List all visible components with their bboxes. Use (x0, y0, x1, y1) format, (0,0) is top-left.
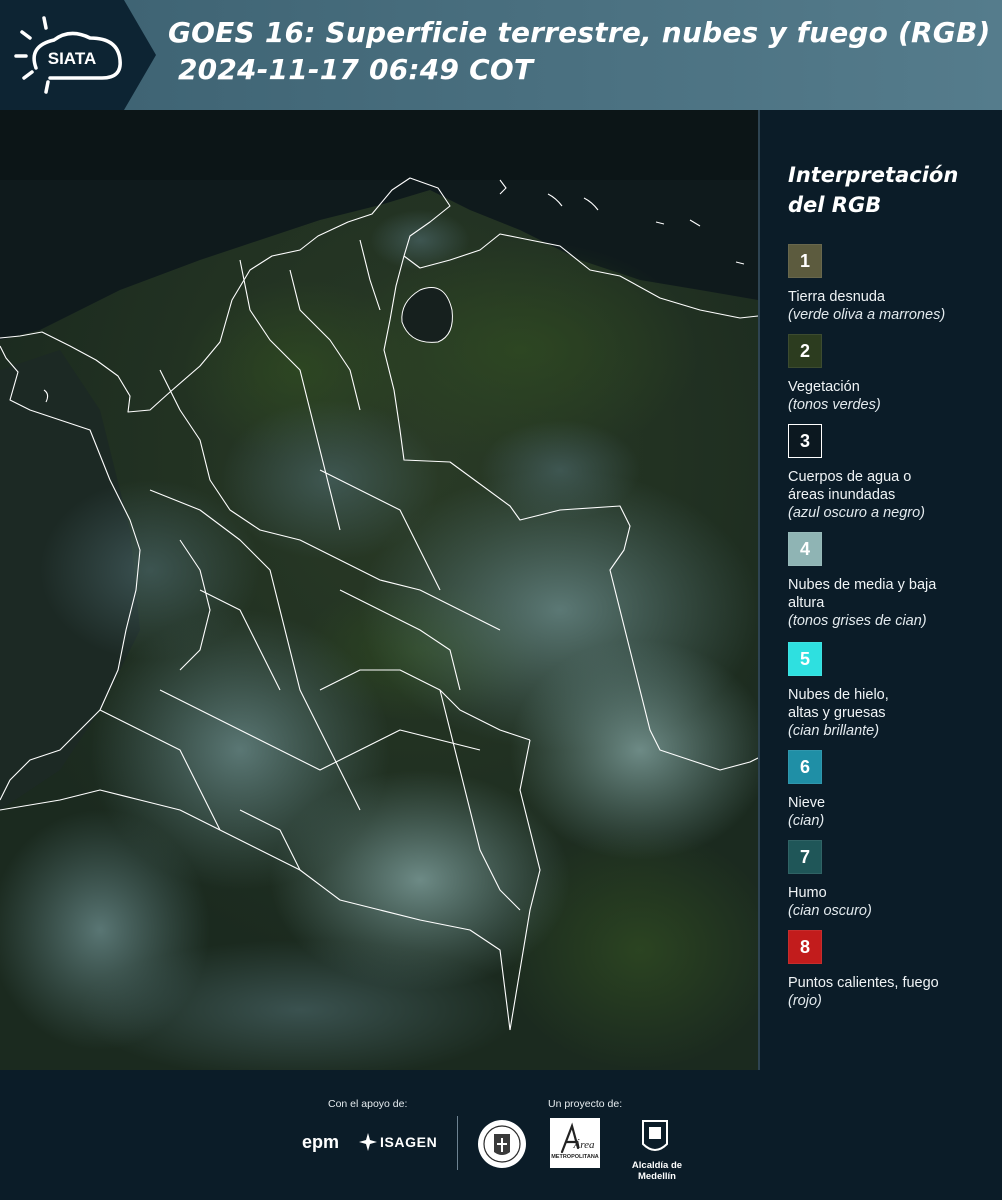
legend-item: 6 Nieve (cian) (788, 750, 1002, 831)
university-seal-icon (478, 1120, 526, 1168)
legend-sublabel: (cian oscuro) (788, 903, 872, 919)
title-timestamp: 2024-11-17 06:49 COT (178, 53, 534, 86)
legend-label: Tierra desnuda (788, 289, 885, 305)
legend-panel: Interpretación del RGB (788, 160, 998, 234)
legend-sublabel: (tonos verdes) (788, 397, 881, 413)
legend-title: Interpretación del RGB (788, 163, 959, 217)
legend-swatch: 6 (788, 750, 822, 784)
epm-logo: epm (302, 1132, 340, 1152)
isagen-star-icon (359, 1133, 377, 1151)
map-divider (758, 110, 760, 1070)
footer-divider (457, 1116, 458, 1170)
area-metropolitana-logo: Área METROPOLITANA (550, 1118, 600, 1168)
legend-swatch: 3 (788, 424, 822, 458)
legend-swatch: 1 (788, 244, 822, 278)
legend-label: Vegetación (788, 379, 860, 395)
page-title: GOES 16: Superficie terrestre, nubes y f… (168, 14, 998, 88)
legend-label: Nubes de hielo, altas y gruesas (788, 687, 889, 721)
legend-item: 3 Cuerpos de agua o áreas inundadas (azul … (788, 424, 1002, 523)
legend-sublabel: (cian brillante) (788, 723, 880, 739)
area-metropolitana-icon: Área (560, 1122, 595, 1154)
header: SIATA GOES 16: Superficie terrestre, nub… (0, 0, 1002, 110)
legend-item: 7 Humo (cian oscuro) (788, 840, 1002, 921)
rgb-satellite-image (0, 110, 758, 1070)
legend-label: Nubes de media y baja altura (788, 577, 937, 611)
legend-swatch: 4 (788, 532, 822, 566)
satellite-map[interactable] (0, 110, 758, 1070)
area-metropolitana-text: METROPOLITANA (551, 1154, 599, 1160)
legend-sublabel: (cian) (788, 813, 825, 829)
project-caption: Un proyecto de: (548, 1098, 623, 1110)
footer: Con el apoyo de: Un proyecto de: epm ISA… (0, 1070, 1002, 1200)
legend-swatch: 8 (788, 930, 822, 964)
legend-label: Puntos calientes, fuego (788, 975, 939, 991)
legend-swatch: 2 (788, 334, 822, 368)
legend-item: 5 Nubes de hielo, altas y gruesas (cian br… (788, 642, 1002, 741)
support-caption: Con el apoyo de: (328, 1098, 408, 1110)
alcaldia-shield-icon (642, 1120, 668, 1151)
legend-item: 1 Tierra desnuda (verde oliva a marrones) (788, 244, 1002, 325)
legend-item: 4 Nubes de media y baja altura (tonos gris… (788, 532, 1002, 631)
legend-swatch: 5 (788, 642, 822, 676)
isagen-logo: ISAGEN (380, 1134, 438, 1150)
title-product: GOES 16: Superficie terrestre, nubes y f… (168, 16, 991, 49)
legend-sublabel: (rojo) (788, 993, 822, 1009)
svg-text:SIATA: SIATA (48, 49, 96, 68)
svg-text:Área: Área (573, 1139, 595, 1151)
legend-sublabel: (azul oscuro a negro) (788, 505, 926, 521)
siata-logo: SIATA (14, 16, 122, 94)
alcaldia-medellin-logo: Alcaldía de Medellín (631, 1160, 683, 1182)
legend-label: Humo (788, 885, 827, 901)
legend-label: Nieve (788, 795, 826, 811)
legend-sublabel: (verde oliva a marrones) (788, 307, 946, 323)
legend-label: Cuerpos de agua o áreas inundadas (788, 469, 912, 503)
legend-item: 2 Vegetación (tonos verdes) (788, 334, 1002, 415)
legend-swatch: 7 (788, 840, 822, 874)
legend-sublabel: (tonos grises de cian) (788, 613, 927, 629)
legend-item: 8 Puntos calientes, fuego (rojo) (788, 930, 1002, 1011)
